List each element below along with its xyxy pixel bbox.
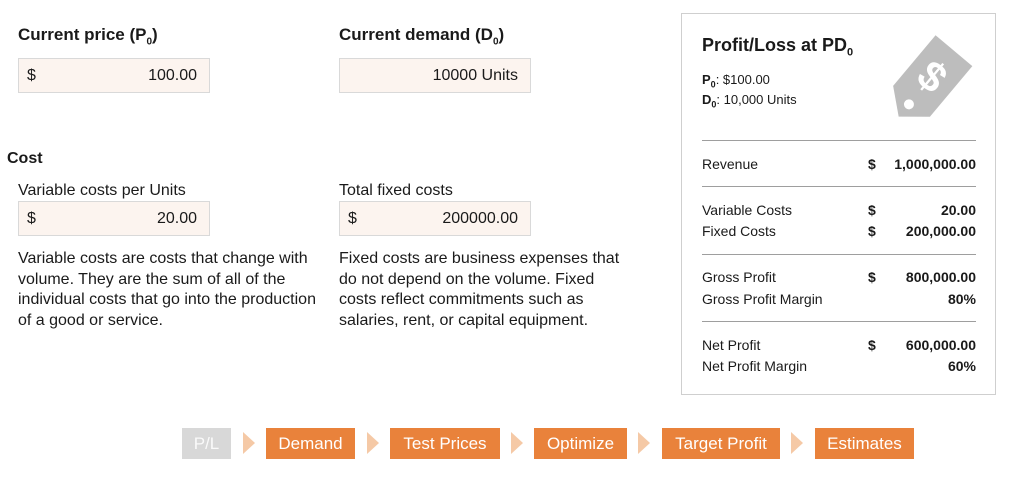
variable-costs-input[interactable]: $ 20.00 <box>18 201 210 236</box>
gross-profit-row: Gross Profit $800,000.00 <box>702 269 976 285</box>
variable-costs-row: Variable Costs $20.00 <box>702 202 976 218</box>
revenue-row: Revenue $1,000,000.00 <box>702 156 976 172</box>
current-demand-input[interactable]: 10000 Units <box>339 58 531 93</box>
current-price-value: 100.00 <box>148 66 197 84</box>
step-demand[interactable]: Demand <box>266 428 355 459</box>
currency-symbol: $ <box>27 209 36 227</box>
step-estimates[interactable]: Estimates <box>815 428 914 459</box>
step-test-prices[interactable]: Test Prices <box>390 428 500 459</box>
divider <box>702 140 976 141</box>
chevron-right-icon <box>638 432 650 454</box>
fixed-costs-input[interactable]: $ 200000.00 <box>339 201 531 236</box>
variable-costs-value: 20.00 <box>156 209 197 227</box>
divider <box>702 186 976 187</box>
currency-symbol: $ <box>348 209 357 227</box>
chevron-right-icon <box>791 432 803 454</box>
variable-costs-label: Variable costs per Units <box>18 182 186 199</box>
fixed-costs-description: Fixed costs are business expenses that d… <box>339 250 620 329</box>
current-demand-label: Current demand (D0) <box>339 25 505 48</box>
variable-costs-description: Variable costs are costs that change wit… <box>18 250 316 329</box>
step-pl: P/L <box>182 428 231 459</box>
profit-loss-panel: Profit/Loss at PD0 P0: $100.00 D0: 10,00… <box>681 13 996 395</box>
chevron-right-icon <box>511 432 523 454</box>
currency-symbol: $ <box>27 66 36 84</box>
current-demand-value: 10000 Units <box>432 66 518 84</box>
fixed-costs-row: Fixed Costs $200,000.00 <box>702 223 976 239</box>
net-profit-row: Net Profit $600,000.00 <box>702 337 976 353</box>
divider <box>702 254 976 255</box>
divider <box>702 321 976 322</box>
current-price-input[interactable]: $ 100.00 <box>18 58 210 93</box>
gross-profit-margin-row: Gross Profit Margin 80% <box>702 291 976 307</box>
net-profit-margin-row: Net Profit Margin 60% <box>702 358 976 374</box>
price-tag-dollar-icon: $ <box>893 35 973 117</box>
chevron-right-icon <box>243 432 255 454</box>
cost-heading: Cost <box>7 150 43 167</box>
fixed-costs-value: 200000.00 <box>442 209 518 227</box>
step-optimize[interactable]: Optimize <box>534 428 627 459</box>
step-target-profit[interactable]: Target Profit <box>662 428 780 459</box>
panel-title: Profit/Loss at PD0 <box>702 35 854 59</box>
current-price-label: Current price (P0) <box>18 25 158 48</box>
chevron-right-icon <box>367 432 379 454</box>
panel-d0: D0: 10,000 Units <box>702 92 797 110</box>
panel-p0: P0: $100.00 <box>702 72 770 90</box>
fixed-costs-label: Total fixed costs <box>339 182 453 199</box>
